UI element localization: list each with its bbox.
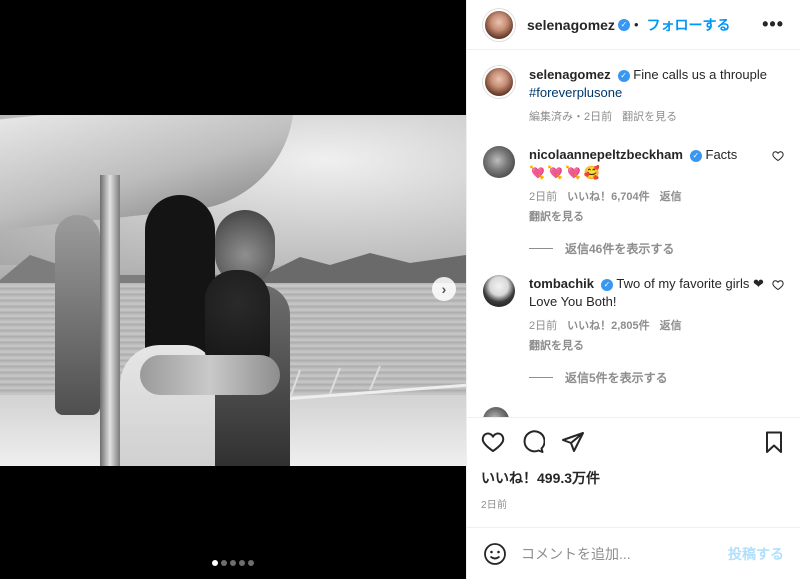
comment-input[interactable]	[521, 545, 714, 562]
comment-username[interactable]: nicolaannepeltzbeckham	[529, 147, 683, 162]
carousel-dot	[212, 560, 218, 566]
verified-badge-icon: ✓	[617, 18, 630, 31]
couple	[120, 195, 290, 466]
caption-edited-time: 編集済み・2日前	[529, 111, 613, 123]
emoji-smiley-icon[interactable]	[483, 542, 507, 566]
more-options-icon[interactable]: •••	[762, 14, 784, 35]
translate-link[interactable]: 翻訳を見る	[529, 208, 584, 226]
post-timestamp[interactable]: 2日前	[481, 496, 786, 511]
comment-username[interactable]: tombachik	[529, 276, 594, 291]
hashtag-link[interactable]: #foreverplusone	[529, 85, 622, 100]
author-username[interactable]: selenagomez	[527, 17, 615, 33]
comment-time[interactable]: 2日前	[529, 188, 557, 206]
comments-list[interactable]: selenagomez ✓ Fine calls us a throuple #f…	[467, 50, 800, 417]
verified-badge-icon: ✓	[617, 69, 630, 82]
avatar[interactable]	[483, 407, 509, 417]
post-actions: いいね！499.3万件 2日前	[467, 417, 800, 527]
carousel-indicator	[0, 560, 466, 566]
comment-time[interactable]: 2日前	[529, 317, 557, 335]
avatar[interactable]	[483, 146, 515, 178]
avatar[interactable]	[483, 275, 515, 307]
share-send-icon[interactable]	[561, 430, 585, 454]
carousel-dot	[248, 560, 254, 566]
post-media: ›	[0, 0, 466, 579]
like-heart-icon[interactable]	[481, 430, 505, 454]
avatar[interactable]	[483, 66, 515, 98]
translate-link[interactable]: 翻訳を見る	[529, 337, 584, 355]
post-header: selenagomez ✓ • フォローする •••	[467, 0, 800, 50]
comment-composer: 投稿する	[467, 527, 800, 579]
follow-button[interactable]: フォローする	[647, 15, 731, 35]
boat-rail	[270, 365, 466, 402]
like-comment-heart-icon[interactable]	[772, 279, 784, 291]
carousel-dot	[221, 560, 227, 566]
background-person	[55, 215, 100, 415]
comment-likes[interactable]: いいね！2,805件	[567, 317, 650, 335]
comment-emojis: 💘💘💘🥰	[529, 165, 602, 180]
caption-username[interactable]: selenagomez	[529, 67, 611, 82]
caption: selenagomez ✓ Fine calls us a throuple #f…	[483, 66, 784, 126]
post-photo[interactable]	[0, 115, 466, 466]
post-sidebar: selenagomez ✓ • フォローする ••• selenagomez ✓ …	[466, 0, 800, 579]
caption-text: Fine calls us a throuple	[633, 67, 767, 82]
save-bookmark-icon[interactable]	[762, 430, 786, 454]
next-slide-button[interactable]: ›	[432, 277, 456, 301]
carousel-dot	[239, 560, 245, 566]
verified-badge-icon: ✓	[601, 278, 614, 291]
verified-badge-icon: ✓	[689, 149, 702, 162]
comment: nicolaannepeltzbeckham ✓ Facts 💘💘💘🥰 2日前 い…	[483, 146, 784, 226]
boat-pole	[100, 175, 120, 466]
chevron-right-icon: ›	[441, 281, 447, 297]
view-replies-button[interactable]: 返信46件を表示する	[529, 240, 784, 257]
comment-text: Facts	[705, 147, 738, 162]
translate-link[interactable]: 翻訳を見る	[622, 108, 677, 126]
carousel-dot	[230, 560, 236, 566]
comment-likes[interactable]: いいね！6,704件	[567, 188, 650, 206]
instagram-post-modal: › selenagomez ✓ • フォローする ••• selenagomez…	[0, 0, 800, 579]
reply-button[interactable]: 返信	[660, 317, 682, 335]
comment-bubble-icon[interactable]	[521, 430, 545, 454]
avatar[interactable]	[483, 8, 515, 41]
comment: tombachik ✓ Two of my favorite girls ❤ Lo…	[483, 275, 784, 355]
view-replies-button[interactable]: 返信5件を表示する	[529, 369, 784, 386]
reply-button[interactable]: 返信	[660, 188, 682, 206]
like-comment-heart-icon[interactable]	[772, 150, 784, 162]
post-likes-count[interactable]: いいね！499.3万件	[481, 468, 786, 488]
dot-separator: •	[633, 17, 639, 32]
post-comment-button[interactable]: 投稿する	[728, 544, 784, 564]
